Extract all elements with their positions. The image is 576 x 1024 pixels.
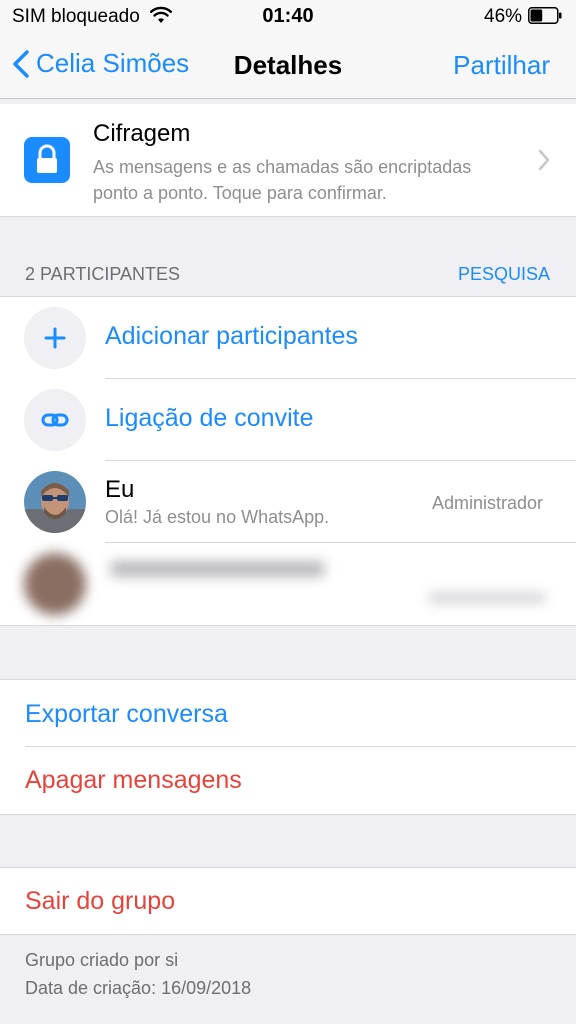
footer-info: Grupo criado por si Data de criação: 16/…	[25, 946, 251, 1002]
redacted-role	[428, 593, 546, 603]
created-by-text: Grupo criado por si	[25, 950, 179, 970]
share-button[interactable]: Partilhar	[453, 50, 550, 81]
exit-group-label: Sair do grupo	[25, 887, 176, 915]
chevron-right-icon	[538, 149, 550, 171]
member-status: Olá! Já estou no WhatsApp.	[105, 507, 330, 527]
admin-badge: Administrador	[431, 493, 543, 513]
chat-actions-group: Exportar conversa Apagar mensagens	[0, 679, 576, 815]
clear-messages-row[interactable]: Apagar mensagens	[0, 747, 576, 813]
navigation-bar: Celia Simões Detalhes Partilhar	[0, 32, 576, 99]
battery-percent: 46%	[484, 6, 523, 27]
plus-icon	[24, 307, 86, 369]
creation-date-text: Data de criação: 16/09/2018	[25, 978, 252, 998]
clear-messages-label: Apagar mensagens	[25, 766, 242, 794]
battery-icon	[528, 7, 562, 24]
exit-group-row[interactable]: Sair do grupo	[0, 867, 576, 935]
encryption-cell[interactable]: Cifragem As mensagens e as chamadas são …	[0, 104, 576, 217]
member-row-redacted[interactable]	[0, 543, 576, 625]
avatar	[24, 471, 86, 533]
link-icon	[24, 389, 86, 451]
invite-link-label: Ligação de convite	[105, 404, 314, 432]
participants-list: Adicionar participantes Ligação de convi…	[0, 296, 576, 626]
search-participants-link[interactable]: PESQUISA	[458, 264, 550, 285]
avatar	[24, 553, 86, 615]
encryption-description: As mensagens e as chamadas são encriptad…	[93, 157, 472, 203]
export-chat-label: Exportar conversa	[25, 700, 228, 728]
export-chat-row[interactable]: Exportar conversa	[0, 680, 576, 746]
encryption-title: Cifragem	[93, 120, 191, 147]
lock-icon	[24, 137, 70, 183]
status-bar: SIM bloqueado 01:40 46%	[0, 0, 576, 32]
redacted-name	[110, 561, 325, 577]
invite-link-row[interactable]: Ligação de convite	[0, 379, 576, 461]
add-participants-row[interactable]: Adicionar participantes	[0, 297, 576, 379]
participants-count-header: 2 PARTICIPANTES	[25, 264, 181, 284]
member-name: Eu	[105, 476, 135, 503]
add-participants-label: Adicionar participantes	[105, 322, 358, 350]
member-row[interactable]: Eu Olá! Já estou no WhatsApp. Administra…	[0, 461, 576, 543]
